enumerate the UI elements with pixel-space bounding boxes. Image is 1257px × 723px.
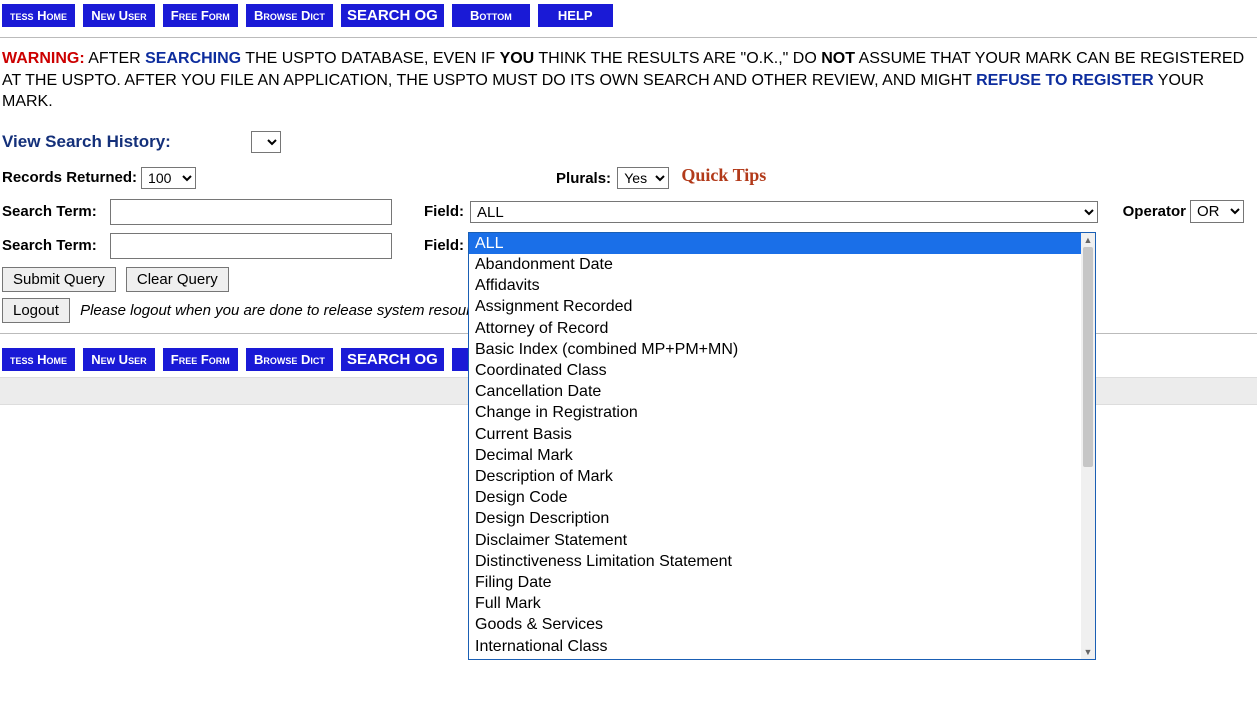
quick-tips-link[interactable]: Quick Tips: [681, 165, 766, 185]
nav-help[interactable]: HELP: [538, 4, 613, 27]
field-option[interactable]: Description of Mark: [469, 466, 1081, 487]
nav-new-user[interactable]: New User: [83, 4, 154, 27]
plurals-select[interactable]: Yes: [617, 167, 669, 189]
nav2-browse-dict[interactable]: Browse Dict: [246, 348, 333, 371]
search-term-2-input[interactable]: [110, 233, 392, 259]
nav-browse-dict[interactable]: Browse Dict: [246, 4, 333, 27]
operator-select[interactable]: OR: [1190, 200, 1244, 223]
field-option[interactable]: Attorney of Record: [469, 318, 1081, 339]
records-returned-label: Records Returned:: [2, 169, 137, 186]
field-2-label: Field:: [410, 237, 470, 254]
search-term-2-label: Search Term:: [2, 237, 110, 254]
logout-button[interactable]: Logout: [2, 298, 70, 323]
submit-query-button[interactable]: Submit Query: [2, 267, 116, 292]
scroll-thumb[interactable]: [1083, 247, 1093, 467]
field-option[interactable]: International Class: [469, 636, 1081, 657]
nav2-search-og[interactable]: SEARCH OG: [341, 348, 444, 371]
top-nav: tess Home New User Free Form Browse Dict…: [0, 0, 1257, 33]
field-1-label: Field:: [410, 203, 470, 220]
nav-search-og[interactable]: SEARCH OG: [341, 4, 444, 27]
scroll-up-icon[interactable]: ▲: [1081, 233, 1095, 247]
scroll-down-icon[interactable]: ▼: [1081, 645, 1095, 659]
link-searching[interactable]: SEARCHING: [145, 50, 241, 67]
field-option[interactable]: Full Mark: [469, 593, 1081, 614]
field-option[interactable]: Basic Index (combined MP+PM+MN): [469, 339, 1081, 360]
field-option[interactable]: Goods & Services: [469, 614, 1081, 635]
field-dropdown-list[interactable]: ALLAbandonment DateAffidavitsAssignment …: [468, 232, 1096, 660]
nav2-new-user[interactable]: New User: [83, 348, 154, 371]
field-option[interactable]: Affidavits: [469, 275, 1081, 296]
plurals-label: Plurals:: [556, 170, 611, 187]
field-option[interactable]: Current Basis: [469, 424, 1081, 445]
field-option[interactable]: Coordinated Class: [469, 360, 1081, 381]
field-option[interactable]: Change in Registration: [469, 402, 1081, 423]
field-option[interactable]: Filing Date: [469, 572, 1081, 593]
search-term-1-input[interactable]: [110, 199, 392, 225]
nav-free-form[interactable]: Free Form: [163, 4, 238, 27]
operator-label: Operator: [1110, 203, 1190, 220]
field-1-select[interactable]: ALL: [470, 201, 1098, 223]
field-option[interactable]: Design Code: [469, 487, 1081, 508]
warning-label: WARNING:: [2, 50, 85, 67]
field-option[interactable]: ALL: [469, 233, 1081, 254]
nav-bottom[interactable]: Bottom: [452, 4, 530, 27]
field-option[interactable]: Decimal Mark: [469, 445, 1081, 466]
field-option[interactable]: Cancellation Date: [469, 381, 1081, 402]
field-option[interactable]: Assignment Recorded: [469, 296, 1081, 317]
nav-tess-home[interactable]: tess Home: [2, 4, 75, 27]
clear-query-button[interactable]: Clear Query: [126, 267, 229, 292]
divider: [0, 37, 1257, 38]
field-option[interactable]: Design Description: [469, 508, 1081, 529]
records-returned-select[interactable]: 100: [141, 167, 196, 189]
search-form: Search Term: Field: ALL Operator OR Sear…: [0, 199, 1257, 323]
warning-text: WARNING: AFTER SEARCHING THE USPTO DATAB…: [2, 48, 1255, 113]
link-refuse-to-register[interactable]: REFUSE TO REGISTER: [976, 72, 1154, 89]
field-option[interactable]: Distinctiveness Limitation Statement: [469, 551, 1081, 572]
nav2-free-form[interactable]: Free Form: [163, 348, 238, 371]
field-option[interactable]: Disclaimer Statement: [469, 530, 1081, 551]
view-history-select[interactable]: [251, 131, 281, 153]
dropdown-scrollbar[interactable]: ▲ ▼: [1081, 233, 1095, 659]
search-term-1-label: Search Term:: [2, 203, 110, 220]
nav2-tess-home[interactable]: tess Home: [2, 348, 75, 371]
field-option[interactable]: Abandonment Date: [469, 254, 1081, 275]
view-history-label: View Search History:: [2, 132, 171, 152]
